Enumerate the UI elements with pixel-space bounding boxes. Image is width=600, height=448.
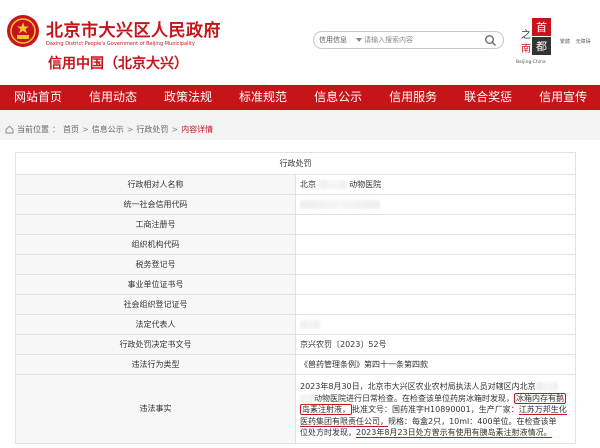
search-icon[interactable] [484, 34, 497, 47]
row-label: 行政相对人名称 [15, 174, 296, 195]
breadcrumb-separator: > [82, 125, 89, 134]
nav-credit-promo[interactable]: 信用宣传 [539, 85, 587, 110]
breadcrumb-separator: ： [52, 125, 60, 134]
logo-english: Beijing·China [516, 60, 546, 65]
row-label: 行政处罚决定书文号 [15, 334, 296, 355]
breadcrumb-penalty[interactable]: 行政处罚 [136, 124, 168, 135]
facts-part: 批准文号：国药准字H10890001，生产厂家： [352, 405, 519, 414]
nav-credit-service[interactable]: 信用服务 [389, 85, 437, 110]
table-row: 行政处罚决定书文号 京兴农罚〔2023〕52号 [15, 334, 576, 355]
row-label: 事业单位证书号 [15, 274, 296, 295]
row-value [295, 214, 576, 235]
row-value [295, 314, 576, 335]
facts-highlight: 江苏万邦生化 [518, 405, 567, 415]
row-value [295, 274, 576, 295]
row-label: 违法行为类型 [15, 354, 296, 375]
table-row: 事业单位证书号 [15, 274, 576, 295]
logo-char-bottom: 南 [521, 42, 531, 55]
chevron-down-icon[interactable] [356, 38, 362, 42]
row-label: 违法事实 [15, 374, 296, 444]
row-label: 社会组织登记证号 [15, 294, 296, 315]
breadcrumb: 当前位置 ： 首页 > 信息公示 > 行政处罚 > 内容详情 [5, 124, 213, 135]
main-nav: 网站首页 信用动态 政策法规 标准规范 信息公示 信用服务 联合奖惩 信用宣传 [0, 85, 600, 110]
table-row: 工商注册号 [15, 214, 576, 235]
site-title-english: Daxing District People's Government of B… [46, 41, 195, 47]
facts-part: 规格：每盒2只，10ml：400单位。在检查该单 [388, 416, 557, 426]
row-label: 组织机构代码 [15, 234, 296, 255]
table-row: 违法行为类型 《兽药管理条例》第四十一条第四款 [15, 354, 576, 375]
nav-standards[interactable]: 标准规范 [239, 85, 287, 110]
site-subtitle: 信用中国（北京大兴） [48, 56, 188, 72]
nav-credit-news[interactable]: 信用动态 [89, 85, 137, 110]
accessibility-link[interactable]: 无障碍 [576, 39, 591, 45]
breadcrumb-disclosure[interactable]: 信息公示 [92, 124, 124, 135]
row-value [295, 254, 576, 275]
row-label: 工商注册号 [15, 214, 296, 235]
row-value: 京兴农罚〔2023〕52号 [295, 334, 576, 355]
table-heading: 行政处罚 [15, 152, 576, 175]
facts-highlight: 医药集团有限责任公司， [300, 416, 388, 427]
facts-part: 动物医院进行日常检查。在检查该单位药房冰箱时发现， [314, 393, 514, 403]
breadcrumb-prefix: 当前位置 [17, 125, 49, 134]
table-row: 组织机构代码 [15, 234, 576, 255]
row-value [295, 234, 576, 255]
breadcrumb-home[interactable]: 首页 [63, 124, 79, 135]
facts-part: 2023年8月30日，北京市大兴区农业农村局执法人员对辖区内北京 [300, 382, 536, 391]
party-name-suffix: 动物医院 [349, 180, 382, 189]
redacted-text [535, 382, 558, 391]
logo-char-top: 首 [536, 20, 547, 34]
home-icon [5, 125, 14, 134]
breadcrumb-separator: > [171, 125, 179, 134]
header-links: 繁體 无障碍 [560, 38, 595, 45]
search-box: 信用信息 [313, 31, 504, 49]
table-header-row: 行政处罚 [15, 152, 576, 175]
site-header: 北京市大兴区人民政府 Daxing District People's Gove… [0, 0, 600, 85]
table-row: 税务登记号 [15, 254, 576, 275]
nav-policies[interactable]: 政策法规 [164, 85, 212, 110]
row-value [295, 194, 576, 215]
row-value: 《兽药管理条例》第四十一条第四款 [295, 354, 576, 375]
nav-disclosure[interactable]: 信息公示 [314, 85, 362, 110]
penalty-detail-table: 行政处罚 行政相对人名称 北京 动物医院 统一社会信用代码 工商注册号 组织机构… [15, 152, 576, 444]
row-value: 北京 动物医院 [295, 174, 576, 195]
violation-facts: 2023年8月30日，北京市大兴区农业农村局执法人员对辖区内北京动物医院进行日常… [295, 374, 576, 444]
row-label: 税务登记号 [15, 254, 296, 275]
search-scope-select[interactable]: 信用信息 [319, 35, 347, 45]
redacted-text [318, 180, 347, 189]
logo-char-side: 都 [536, 40, 547, 53]
breadcrumb-separator: > [126, 125, 134, 134]
national-emblem-icon [7, 15, 39, 47]
daxing-logo-icon: 首 之 都 南 [521, 18, 551, 55]
facts-highlight: 2023年8月23日处方曾示有使用有胰岛素注射液情况。 [356, 428, 552, 438]
nav-home[interactable]: 网站首页 [14, 85, 62, 110]
breadcrumb-current: 内容详情 [181, 125, 214, 134]
row-label: 法定代表人 [15, 314, 296, 335]
redacted-text [300, 393, 314, 403]
traditional-chinese-link[interactable]: 繁體 [560, 39, 570, 45]
nav-reward-punish[interactable]: 联合奖惩 [464, 85, 512, 110]
facts-part: 位处方时发现， [300, 428, 356, 437]
table-row: 行政相对人名称 北京 动物医院 [15, 174, 576, 195]
site-title: 北京市大兴区人民政府 [46, 21, 221, 41]
facts-highlight: 冰箱内存有鹅 [514, 392, 566, 404]
logo-char-mid: 之 [521, 28, 531, 41]
table-row: 统一社会信用代码 [15, 194, 576, 215]
row-label: 统一社会信用代码 [15, 194, 296, 215]
table-row: 社会组织登记证号 [15, 294, 576, 315]
facts-highlight: 岛素注射液， [300, 404, 352, 415]
search-input[interactable] [364, 34, 482, 46]
table-row: 违法事实 2023年8月30日，北京市大兴区农业农村局执法人员对辖区内北京动物医… [15, 374, 576, 444]
redacted-text [300, 320, 320, 329]
redacted-text [300, 200, 380, 209]
content-panel: 行政处罚 行政相对人名称 北京 动物医院 统一社会信用代码 工商注册号 组织机构… [0, 140, 600, 448]
table-row: 法定代表人 [15, 314, 576, 335]
row-value [295, 294, 576, 315]
party-name-prefix: 北京 [300, 180, 316, 189]
